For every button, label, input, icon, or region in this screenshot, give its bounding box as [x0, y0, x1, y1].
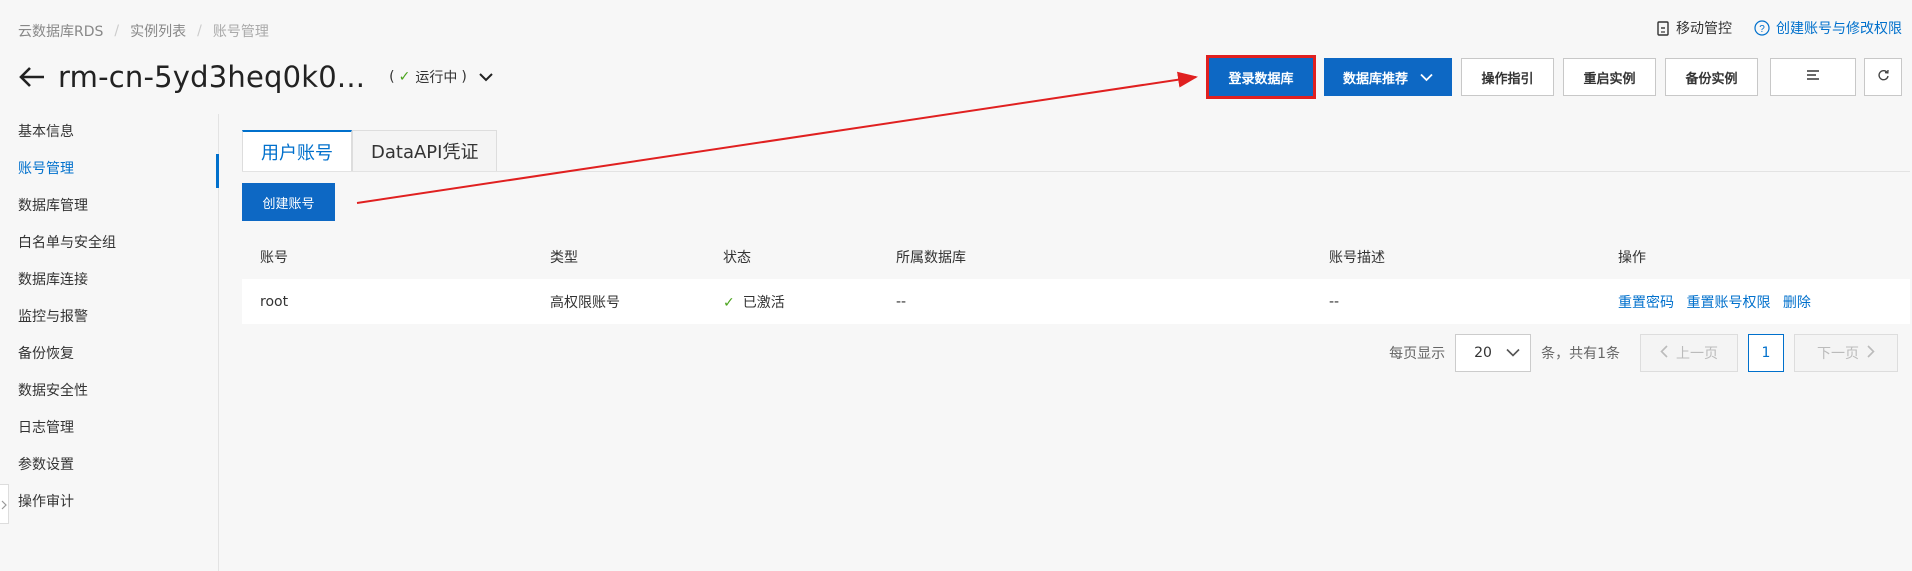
- column-header-database: 所属数据库: [896, 249, 966, 266]
- check-icon: ✓: [723, 294, 735, 311]
- chevron-down-icon[interactable]: [479, 72, 493, 82]
- column-header-description: 账号描述: [1329, 249, 1385, 266]
- qrcode-icon: [1656, 20, 1670, 36]
- operation-guide-button[interactable]: 操作指引: [1461, 58, 1554, 96]
- cell-account: root: [260, 293, 289, 310]
- create-account-button[interactable]: 创建账号: [242, 183, 335, 221]
- top-right-links: 移动管控 ? 创建账号与修改权限: [1634, 18, 1902, 38]
- tab-user-accounts[interactable]: 用户账号: [242, 130, 352, 172]
- page-size-value: 20: [1474, 345, 1492, 361]
- chevron-right-icon: [1867, 344, 1875, 362]
- column-header-type: 类型: [550, 249, 578, 266]
- database-recommend-label: 数据库推荐: [1342, 71, 1408, 87]
- next-page-label: 下一页: [1817, 346, 1859, 362]
- chevron-down-icon: [1420, 73, 1433, 82]
- instance-name: rm-cn-5yd3heq0k0...: [58, 60, 366, 94]
- column-header-actions: 操作: [1618, 249, 1646, 266]
- account-tabs: 用户账号 DataAPI凭证: [242, 130, 498, 172]
- status-open-paren: (: [389, 69, 395, 85]
- sidebar-item-audit[interactable]: 操作审计: [0, 484, 218, 521]
- tab-dataapi-credentials[interactable]: DataAPI凭证: [352, 130, 498, 172]
- help-link-label: 创建账号与修改权限: [1776, 21, 1902, 37]
- backup-instance-button[interactable]: 备份实例: [1665, 58, 1758, 96]
- status-text: 运行中: [415, 70, 458, 86]
- login-database-button[interactable]: 登录数据库: [1206, 55, 1316, 99]
- total-count: 条，共有1条: [1541, 346, 1620, 362]
- column-header-status: 状态: [723, 249, 751, 266]
- cell-actions: 重置密码 重置账号权限 删除: [1600, 292, 1910, 312]
- breadcrumb-account-management: 账号管理: [212, 24, 269, 40]
- question-circle-icon: ?: [1754, 20, 1770, 36]
- sidebar-item-connection[interactable]: 数据库连接: [0, 262, 218, 299]
- cell-database: --: [896, 293, 907, 310]
- tabs-divider: [242, 171, 1910, 172]
- cell-description: --: [1329, 293, 1340, 310]
- table-row: root 高权限账号 ✓ 已激活 -- -- 重置密码 重置账号权限 删除: [242, 279, 1910, 324]
- chevron-right-icon: [1, 495, 7, 514]
- sidebar-item-logs[interactable]: 日志管理: [0, 410, 218, 447]
- refresh-button[interactable]: [1864, 58, 1902, 96]
- instance-actions: 登录数据库 数据库推荐 操作指引 重启实例 备份实例: [1206, 55, 1902, 99]
- breadcrumb-instance-list[interactable]: 实例列表: [130, 21, 186, 41]
- sidebar-item-parameters[interactable]: 参数设置: [0, 447, 218, 484]
- chevron-down-icon: [1506, 345, 1520, 361]
- sidebar-collapse-toggle[interactable]: [0, 484, 9, 524]
- accounts-table: 账号 类型 状态 所属数据库 账号描述 操作 root 高权限账号 ✓ 已激活 -…: [242, 234, 1910, 324]
- sidebar-item-database-management[interactable]: 数据库管理: [0, 188, 218, 225]
- sidebar-item-data-security[interactable]: 数据安全性: [0, 373, 218, 410]
- title-row: rm-cn-5yd3heq0k0... ( ✓ 运行中 ): [18, 60, 493, 94]
- breadcrumb: 云数据库RDS / 实例列表 / 账号管理: [18, 21, 269, 41]
- status-label: 已激活: [742, 294, 785, 311]
- page-size-select[interactable]: 20: [1455, 334, 1532, 372]
- page-number-current[interactable]: 1: [1748, 334, 1784, 372]
- refresh-icon: [1877, 69, 1890, 86]
- next-page-button[interactable]: 下一页: [1794, 334, 1898, 372]
- status-close-paren: ): [461, 69, 467, 85]
- cell-type: 高权限账号: [550, 294, 620, 311]
- sidebar-item-basic-info[interactable]: 基本信息: [0, 114, 218, 151]
- table-header: 账号 类型 状态 所属数据库 账号描述 操作: [242, 234, 1910, 279]
- svg-text:?: ?: [1759, 24, 1765, 35]
- reset-password-link[interactable]: 重置密码: [1618, 295, 1674, 311]
- sidebar-item-monitoring[interactable]: 监控与报警: [0, 299, 218, 336]
- breadcrumb-separator: /: [197, 23, 202, 39]
- delete-link[interactable]: 删除: [1783, 295, 1811, 311]
- help-link[interactable]: ? 创建账号与修改权限: [1754, 18, 1902, 38]
- breadcrumb-rds[interactable]: 云数据库RDS: [18, 21, 103, 41]
- mobile-control-label: 移动管控: [1676, 21, 1732, 37]
- pagination: 每页显示 20 条，共有1条 上一页 1 下一页: [1389, 334, 1898, 372]
- check-icon: ✓: [398, 69, 411, 85]
- database-recommend-button[interactable]: 数据库推荐: [1324, 58, 1452, 96]
- sidebar-nav: 基本信息 账号管理 数据库管理 白名单与安全组 数据库连接 监控与报警 备份恢复…: [0, 114, 219, 571]
- mobile-control-link[interactable]: 移动管控: [1656, 18, 1732, 38]
- sidebar-item-account-management[interactable]: 账号管理: [0, 151, 219, 188]
- cell-status: ✓ 已激活: [705, 292, 878, 312]
- instance-status[interactable]: ( ✓ 运行中 ): [389, 67, 493, 87]
- sidebar-item-backup-restore[interactable]: 备份恢复: [0, 336, 218, 373]
- menu-icon: [1806, 69, 1820, 85]
- chevron-left-icon: [1660, 344, 1668, 362]
- back-arrow-icon[interactable]: [18, 62, 48, 92]
- per-page-label: 每页显示: [1389, 346, 1446, 362]
- prev-page-label: 上一页: [1676, 346, 1718, 362]
- restart-instance-button[interactable]: 重启实例: [1563, 58, 1656, 96]
- prev-page-button[interactable]: 上一页: [1640, 334, 1738, 372]
- reset-permissions-link[interactable]: 重置账号权限: [1686, 295, 1770, 311]
- column-header-account: 账号: [260, 249, 288, 266]
- breadcrumb-separator: /: [114, 23, 120, 39]
- sidebar-item-whitelist[interactable]: 白名单与安全组: [0, 225, 218, 262]
- more-actions-button[interactable]: [1770, 58, 1856, 96]
